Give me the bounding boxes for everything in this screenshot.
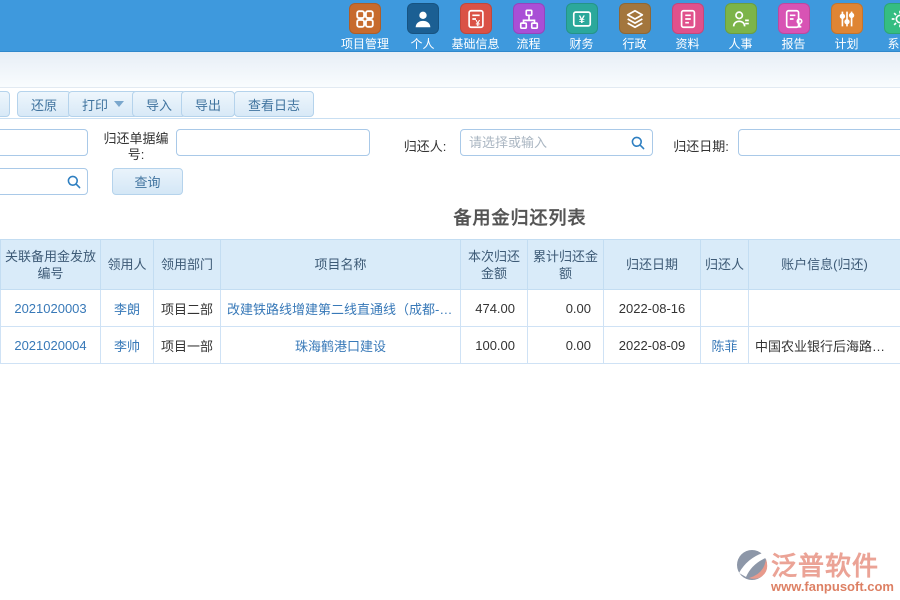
nav-item-plan[interactable]: 计划 bbox=[820, 0, 873, 52]
nav-label: 系统 bbox=[887, 35, 900, 52]
total-cell: 0.00 bbox=[528, 290, 604, 327]
total-cell: 0.00 bbox=[528, 327, 604, 364]
nav-label: 计划 bbox=[834, 35, 858, 52]
account-cell: 中国农业银行后海路支行 bbox=[749, 327, 900, 364]
date-cell: 2022-08-16 bbox=[604, 290, 701, 327]
grid-icon bbox=[349, 3, 381, 34]
nav-label: 个人 bbox=[410, 35, 434, 52]
dept-cell: 项目一部 bbox=[154, 327, 221, 364]
import-button[interactable]: 导入 bbox=[132, 91, 186, 117]
nav-item-documents[interactable]: 资料 bbox=[661, 0, 714, 52]
print-button[interactable]: 打印 bbox=[68, 91, 138, 117]
dept-cell: 项目二部 bbox=[154, 290, 221, 327]
account-cell bbox=[749, 290, 900, 327]
return-date-input[interactable] bbox=[738, 129, 900, 156]
col-header-date: 归还日期 bbox=[604, 240, 701, 290]
dropdown-caret-icon bbox=[114, 101, 124, 107]
fanpu-logo-icon bbox=[735, 548, 769, 582]
recipient-link[interactable]: 李帅 bbox=[101, 327, 154, 364]
partial-button[interactable] bbox=[0, 91, 10, 117]
svg-text:¥: ¥ bbox=[578, 14, 585, 26]
nav-item-basic-info[interactable]: ¥ 基础信息 bbox=[449, 0, 502, 52]
recipient-link[interactable]: 李朗 bbox=[101, 290, 154, 327]
nav-item-process[interactable]: 流程 bbox=[502, 0, 555, 52]
export-button[interactable]: 导出 bbox=[181, 91, 235, 117]
assoc-no-link[interactable]: 2021020004 bbox=[1, 327, 101, 364]
info-document-icon: ¥ bbox=[460, 3, 492, 34]
nav-item-hr[interactable]: 人事 bbox=[714, 0, 767, 52]
nav-label: 人事 bbox=[728, 35, 752, 52]
flowchart-icon bbox=[513, 3, 545, 34]
nav-label: 项目管理 bbox=[341, 35, 389, 52]
svg-text:¥: ¥ bbox=[475, 18, 480, 27]
nav-item-report[interactable]: 报告 bbox=[767, 0, 820, 52]
table-row: 2021020003 李朗 项目二部 改建铁路线增建第二线直通线（成都-西...… bbox=[1, 290, 900, 327]
nav-item-administration[interactable]: 行政 bbox=[608, 0, 661, 52]
vendor-watermark: 泛普软件 www.fanpusoft.com bbox=[735, 546, 894, 594]
document-icon bbox=[672, 3, 704, 34]
nav-label: 基础信息 bbox=[451, 35, 499, 52]
print-button-label: 打印 bbox=[82, 95, 108, 114]
breadcrumb-bar bbox=[0, 52, 900, 88]
table-header-row: 关联备用金发放编号 领用人 领用部门 项目名称 本次归还金额 累计归还金额 归还… bbox=[1, 240, 900, 290]
finance-icon: ¥ bbox=[566, 3, 598, 34]
layers-icon bbox=[619, 3, 651, 34]
table-row: 2021020004 李帅 项目一部 珠海鹤港口建设 100.00 0.00 2… bbox=[1, 327, 900, 364]
returner-input[interactable] bbox=[460, 129, 653, 156]
project-link[interactable]: 珠海鹤港口建设 bbox=[221, 327, 461, 364]
filter-input-left-partial[interactable] bbox=[0, 129, 88, 156]
col-header-recipient: 领用人 bbox=[101, 240, 154, 290]
gear-icon bbox=[884, 3, 900, 34]
returner-label: 归还人: bbox=[400, 136, 450, 155]
nav-label: 报告 bbox=[781, 35, 805, 52]
restore-button[interactable]: 还原 bbox=[17, 91, 71, 117]
nav-item-system[interactable]: 系统 bbox=[873, 0, 900, 52]
search-icon[interactable] bbox=[630, 135, 646, 151]
returner-link bbox=[701, 290, 749, 327]
nav-label: 财务 bbox=[569, 35, 593, 52]
return-date-label: 归还日期: bbox=[669, 136, 733, 155]
returner-link[interactable]: 陈菲 bbox=[701, 327, 749, 364]
nav-label: 资料 bbox=[675, 35, 699, 52]
nav-label: 行政 bbox=[622, 35, 646, 52]
return-list-table: 关联备用金发放编号 领用人 领用部门 项目名称 本次归还金额 累计归还金额 归还… bbox=[0, 239, 900, 364]
date-cell: 2022-08-09 bbox=[604, 327, 701, 364]
toolbar: 还原 打印 导入 导出 查看日志 bbox=[0, 88, 900, 119]
col-header-dept: 领用部门 bbox=[154, 240, 221, 290]
query-button[interactable]: 查询 bbox=[112, 168, 183, 195]
col-header-project: 项目名称 bbox=[221, 240, 461, 290]
project-link[interactable]: 改建铁路线增建第二线直通线（成都-西... bbox=[221, 290, 461, 327]
col-header-account: 账户信息(归还) bbox=[749, 240, 900, 290]
person-icon bbox=[407, 3, 439, 34]
assoc-no-link[interactable]: 2021020003 bbox=[1, 290, 101, 327]
watermark-brand: 泛普软件 bbox=[771, 546, 879, 583]
sliders-icon bbox=[831, 3, 863, 34]
search-icon[interactable] bbox=[66, 174, 82, 190]
page-title: 备用金归还列表 bbox=[70, 201, 900, 239]
col-header-returner: 归还人 bbox=[701, 240, 749, 290]
top-navigation-bar: 项目管理 个人 ¥ 基础信息 bbox=[0, 0, 900, 52]
amount-cell: 474.00 bbox=[461, 290, 528, 327]
report-icon bbox=[778, 3, 810, 34]
amount-cell: 100.00 bbox=[461, 327, 528, 364]
filter-panel: 归还单据编号: 归还人: 归还日期: 查询 bbox=[0, 119, 900, 201]
nav-label: 流程 bbox=[516, 35, 540, 52]
col-header-assoc-no: 关联备用金发放编号 bbox=[1, 240, 101, 290]
col-header-total: 累计归还金额 bbox=[528, 240, 604, 290]
doc-no-label: 归还单据编号: bbox=[97, 131, 175, 163]
nav-item-project-management[interactable]: 项目管理 bbox=[334, 0, 396, 52]
nav-item-finance[interactable]: ¥ 财务 bbox=[555, 0, 608, 52]
return-doc-no-input[interactable] bbox=[176, 129, 370, 156]
col-header-amount: 本次归还金额 bbox=[461, 240, 528, 290]
view-log-button[interactable]: 查看日志 bbox=[234, 91, 314, 117]
nav-item-personal[interactable]: 个人 bbox=[396, 0, 449, 52]
watermark-url: www.fanpusoft.com bbox=[771, 579, 894, 594]
hr-person-icon bbox=[725, 3, 757, 34]
